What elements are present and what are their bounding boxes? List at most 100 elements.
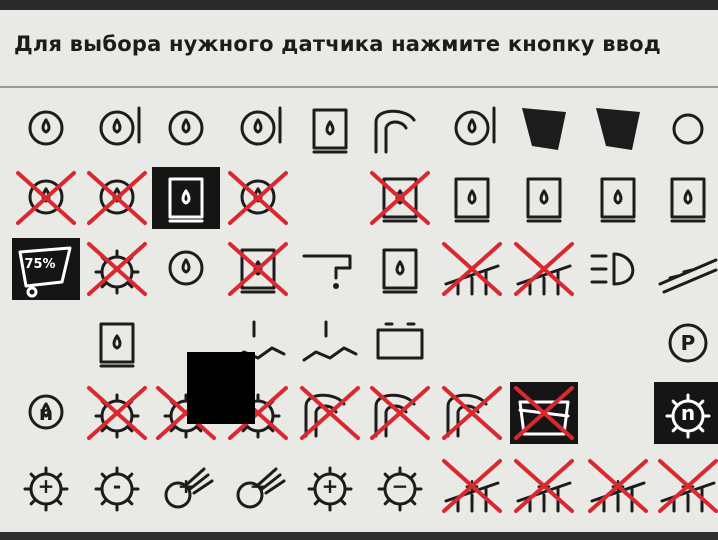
sensor-option-gear-minus[interactable]: - <box>83 455 151 517</box>
sensor-option-fuel-tank[interactable] <box>296 98 364 160</box>
sensor-option-hydraulic-filter[interactable] <box>152 167 220 229</box>
spreader-icon-2 <box>446 393 488 438</box>
sensor-option-slope[interactable] <box>510 238 578 300</box>
sensor-option-fan-minus[interactable]: − <box>224 455 292 517</box>
parking-brake-icon: P <box>668 323 708 363</box>
sensor-option-rotor-minus[interactable]: − <box>366 455 434 517</box>
container-level-icon <box>382 248 418 294</box>
conveyor-icon <box>658 258 718 294</box>
spray-icon <box>374 109 416 154</box>
sensor-option-rotor-speed[interactable] <box>83 382 151 444</box>
sensor-option-tilt-plus[interactable]: + <box>584 455 652 517</box>
sensor-option-engine-speed[interactable]: n <box>12 382 80 444</box>
redaction-block <box>187 352 255 424</box>
sensor-option-conveyor[interactable] <box>654 238 718 300</box>
spreader-icon <box>374 393 416 438</box>
sensor-option-parking-brake[interactable]: P <box>654 312 718 374</box>
icon-label: + <box>178 474 195 498</box>
sensor-option-faucet[interactable] <box>296 238 364 300</box>
sensor-option-headlight[interactable] <box>584 238 652 300</box>
sensor-option-hydraulic-oil-temp[interactable] <box>438 98 506 160</box>
sensor-option-hydraulic-level[interactable] <box>654 167 718 229</box>
height-minus-icon: − <box>516 474 572 513</box>
sensor-option-engine-oil[interactable] <box>152 238 220 300</box>
icon-label: − <box>392 474 409 498</box>
fan-minus-icon: − <box>236 467 286 509</box>
battery-icon <box>376 322 424 360</box>
air-filter-icon <box>240 248 276 294</box>
sensor-option-rollers[interactable] <box>510 382 578 444</box>
sensor-option-rotor-plus[interactable]: + <box>296 455 364 517</box>
sensor-option-brake-fluid[interactable] <box>654 98 718 160</box>
icon-label: 75% <box>24 257 55 272</box>
sensor-option-fuel-pump[interactable] <box>438 167 506 229</box>
fuel-pump-icon <box>454 177 490 223</box>
sensor-option-gear-speed[interactable] <box>83 238 151 300</box>
sensor-option-fan-plus[interactable]: + <box>152 455 220 517</box>
sensor-option-engine-coolant-temp[interactable] <box>83 98 151 160</box>
sensor-option-spreader[interactable] <box>438 382 506 444</box>
oil-filter-icon <box>28 179 64 215</box>
empty-slot <box>12 312 80 374</box>
sensor-option-gear-oil[interactable] <box>224 167 292 229</box>
icon-label: + <box>322 474 339 498</box>
empty-grid-cell <box>438 312 506 374</box>
hydraulic-filter-icon <box>168 177 204 223</box>
sensor-option-coolant-filter[interactable] <box>83 167 151 229</box>
height-plus-icon: + <box>444 474 500 513</box>
sensor-option-height-plus[interactable]: + <box>438 455 506 517</box>
fan-plus-icon: + <box>164 467 214 509</box>
sensor-option-fuel-level[interactable] <box>510 167 578 229</box>
coolant-filter-icon <box>99 179 135 215</box>
engine-coolant-temp-icon <box>99 106 141 146</box>
sensor-option-fuel-filter[interactable] <box>366 167 434 229</box>
engine-oil-icon <box>168 250 204 286</box>
rollers-icon <box>518 400 570 436</box>
oil-pressure-icon <box>28 110 64 146</box>
sensor-option-spreader[interactable] <box>366 382 434 444</box>
brake-fluid-icon <box>672 113 704 145</box>
fuel-level-icon <box>526 177 562 223</box>
icon-label: − <box>680 474 697 498</box>
sensor-option-air-filter[interactable] <box>224 238 292 300</box>
sensor-option-bucket[interactable] <box>510 98 578 160</box>
sensor-option-oil-pressure[interactable] <box>12 98 80 160</box>
sensor-option-load-percent[interactable]: 75% <box>12 238 80 300</box>
empty-slot <box>584 382 652 444</box>
page-title: Для выбора нужного датчика нажмите кнопк… <box>14 32 661 56</box>
unload-speed-icon: n <box>665 393 711 439</box>
icon-label: + <box>38 474 55 498</box>
sensor-option-spray[interactable] <box>366 98 434 160</box>
empty-slot <box>510 312 578 374</box>
sensor-option-battery[interactable] <box>366 312 434 374</box>
sensor-option-bucket[interactable] <box>584 98 652 160</box>
slope-icon-2 <box>516 264 572 296</box>
icon-label: − <box>536 474 553 498</box>
gear-speed-icon <box>94 249 140 295</box>
sensor-option-cutter[interactable] <box>296 382 364 444</box>
sensor-option-water-level[interactable] <box>83 312 151 374</box>
load-percent-icon: 75% <box>18 246 72 298</box>
rotor-plus-icon: + <box>307 466 353 512</box>
oil-temperature-icon <box>240 106 282 146</box>
sensor-option-gear-plus[interactable]: + <box>12 455 80 517</box>
icon-label: n <box>39 401 53 425</box>
sensor-option-slope[interactable] <box>438 238 506 300</box>
screen-bezel-top <box>0 0 718 10</box>
sensor-option-container-level[interactable] <box>366 238 434 300</box>
screen-bezel-bottom <box>0 532 718 540</box>
headlight-icon <box>590 252 635 286</box>
sensor-option-height-minus[interactable]: − <box>510 455 578 517</box>
gear-minus-icon: - <box>94 466 140 512</box>
empty-grid-cell <box>584 382 652 444</box>
sensor-option-hydraulic-level[interactable] <box>584 167 652 229</box>
empty-grid-cell <box>12 312 80 374</box>
sensor-option-oil-level[interactable] <box>152 98 220 160</box>
sensor-option-unload-speed[interactable]: n <box>654 382 718 444</box>
hydraulic-level-icon <box>600 177 636 223</box>
gear-plus-icon: + <box>23 466 69 512</box>
sensor-option-oil-temperature[interactable] <box>224 98 292 160</box>
sensor-option-rain[interactable] <box>296 312 364 374</box>
sensor-option-tilt-minus[interactable]: − <box>654 455 718 517</box>
sensor-option-oil-filter[interactable] <box>12 167 80 229</box>
